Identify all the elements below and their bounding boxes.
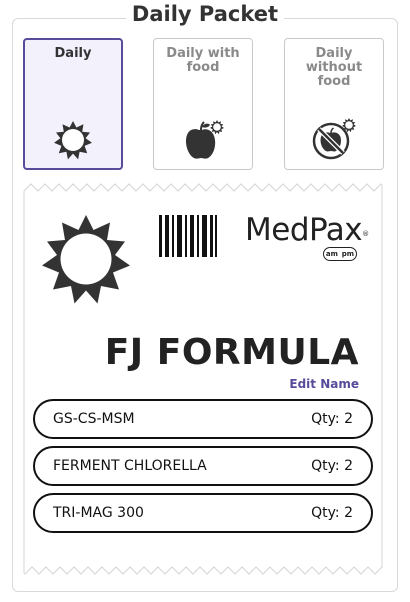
edit-name-link[interactable]: Edit Name <box>289 377 359 391</box>
option-daily-without-food-label: Daily without food <box>305 46 363 89</box>
formula-name: FJ FORMULA <box>104 332 359 373</box>
item-qty: Qty: 2 <box>311 411 353 427</box>
item-qty: Qty: 2 <box>311 505 353 521</box>
option-daily-without-food[interactable]: Daily without food <box>284 38 384 170</box>
list-item: FERMENT CHLORELLA Qty: 2 <box>33 446 373 486</box>
option-daily[interactable]: Daily <box>23 38 123 170</box>
medpax-logo: MedPax® <box>245 212 369 248</box>
page-title: Daily Packet <box>0 0 410 28</box>
item-name: GS-CS-MSM <box>53 411 135 427</box>
sun-icon <box>42 215 130 304</box>
item-name: FERMENT CHLORELLA <box>53 458 207 474</box>
option-daily-label: Daily <box>54 46 92 61</box>
am-pm-badge: am pm <box>323 247 357 261</box>
packet-preview: MedPax® am pm FJ FORMULA Edit Name GS-CS-… <box>23 183 383 575</box>
list-item: TRI-MAG 300 Qty: 2 <box>33 493 373 533</box>
sun-icon <box>54 121 92 160</box>
barcode-icon <box>159 215 217 257</box>
list-item: GS-CS-MSM Qty: 2 <box>33 399 373 439</box>
option-daily-with-food[interactable]: Daily with food <box>153 38 253 170</box>
apple-with-sun-icon <box>185 120 224 159</box>
option-daily-with-food-label: Daily with food <box>166 46 240 75</box>
item-name: TRI-MAG 300 <box>53 505 144 521</box>
no-food-with-sun-icon <box>312 118 356 160</box>
item-qty: Qty: 2 <box>311 458 353 474</box>
